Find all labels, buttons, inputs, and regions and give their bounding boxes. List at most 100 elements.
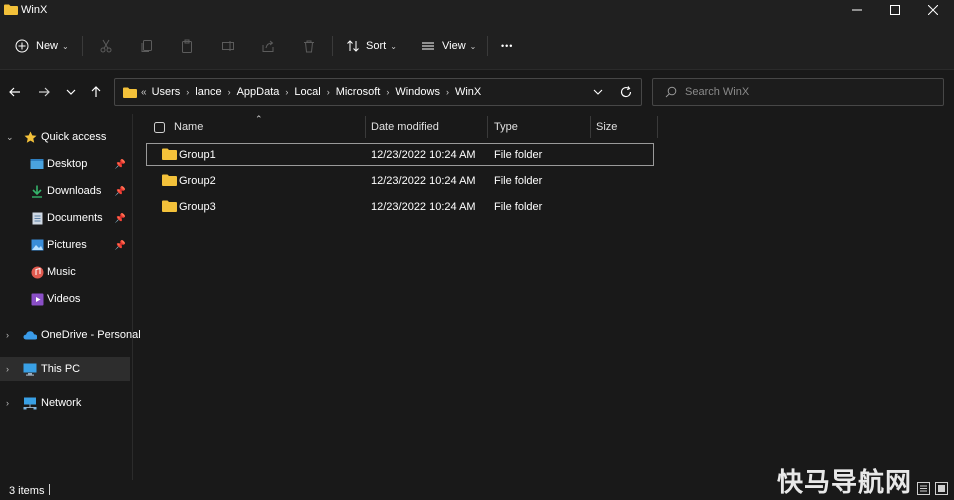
chevron-down-icon: ⌄ — [62, 41, 69, 51]
copy-icon — [139, 38, 155, 54]
maximize-button[interactable] — [874, 0, 916, 20]
more-icon: ••• — [501, 41, 514, 51]
sidebar-item-documents[interactable]: Documents 📌 — [0, 206, 130, 230]
search-box[interactable] — [652, 78, 944, 106]
chevron-right-icon: › — [386, 87, 390, 97]
breadcrumb-local[interactable]: Local — [294, 86, 320, 98]
breadcrumb-winx[interactable]: WinX — [455, 86, 481, 98]
sidebar-item-label: Downloads — [47, 185, 102, 197]
column-header-name[interactable]: Name — [174, 114, 203, 140]
breadcrumb-windows[interactable]: Windows — [395, 86, 440, 98]
view-label: View — [442, 40, 466, 52]
chevron-right-icon: › — [285, 87, 289, 97]
music-icon — [30, 265, 44, 279]
chevron-right-icon[interactable]: › — [6, 364, 9, 374]
column-divider[interactable] — [590, 116, 591, 138]
close-button[interactable] — [912, 0, 954, 20]
folder-icon — [162, 148, 177, 160]
tiles-view-button[interactable] — [935, 482, 948, 495]
star-icon — [23, 130, 37, 144]
paste-button[interactable] — [179, 34, 195, 58]
minimize-button[interactable] — [836, 0, 878, 20]
chevron-right-icon: › — [186, 87, 190, 97]
details-view-button[interactable] — [917, 482, 930, 495]
sidebar-item-desktop[interactable]: Desktop 📌 — [0, 152, 130, 176]
table-row[interactable]: Group1 12/23/2022 10:24 AM File folder — [146, 143, 654, 166]
more-options-button[interactable]: ••• — [501, 34, 513, 58]
column-divider[interactable] — [657, 116, 658, 138]
chevron-down-icon — [593, 89, 603, 95]
file-date: 12/23/2022 10:24 AM — [371, 148, 476, 161]
column-divider[interactable] — [365, 116, 366, 138]
recent-locations-button[interactable] — [61, 82, 81, 102]
sidebar-item-network[interactable]: › Network — [0, 391, 130, 415]
overflow-crumb[interactable]: « — [141, 87, 147, 98]
clipboard-icon — [179, 38, 195, 54]
forward-button[interactable] — [34, 82, 54, 102]
sidebar-item-label: This PC — [41, 363, 81, 375]
table-row[interactable]: Group3 12/23/2022 10:24 AM File folder — [146, 195, 654, 218]
new-button[interactable]: New ⌄ — [14, 34, 69, 58]
sidebar-item-pictures[interactable]: Pictures 📌 — [0, 233, 130, 257]
table-row[interactable]: Group2 12/23/2022 10:24 AM File folder — [146, 169, 654, 192]
sort-ascending-icon: ⌃ — [255, 114, 263, 124]
sidebar-item-label: Videos — [47, 293, 81, 305]
sidebar-item-quick-access[interactable]: ⌄ Quick access — [0, 125, 130, 149]
pin-icon: 📌 — [114, 185, 126, 196]
chevron-right-icon: › — [445, 87, 449, 97]
column-divider[interactable] — [487, 116, 488, 138]
breadcrumb: « Users › lance › AppData › Local › Micr… — [123, 79, 481, 105]
view-button[interactable]: View ⌄ — [420, 34, 476, 58]
sidebar-item-this-pc[interactable]: › This PC — [0, 357, 130, 381]
tiles-view-icon — [938, 485, 945, 492]
rename-button[interactable] — [220, 34, 236, 58]
network-icon — [23, 396, 37, 410]
column-header-date-modified[interactable]: Date modified — [371, 114, 439, 140]
copy-button[interactable] — [139, 34, 155, 58]
select-all-checkbox[interactable] — [154, 114, 165, 140]
breadcrumb-lance[interactable]: lance — [195, 86, 221, 98]
sort-label: Sort — [366, 40, 387, 52]
breadcrumb-users[interactable]: Users — [152, 86, 181, 98]
close-icon — [928, 5, 938, 15]
downloads-icon — [30, 184, 44, 198]
navigation-pane: ⌄ Quick access Desktop 📌 Downloads 📌 Doc… — [0, 114, 141, 480]
column-header-type[interactable]: Type — [494, 114, 518, 140]
plus-circle-icon — [14, 38, 30, 54]
sidebar-item-music[interactable]: Music — [0, 260, 130, 284]
search-input[interactable] — [685, 84, 925, 100]
breadcrumb-microsoft[interactable]: Microsoft — [336, 86, 381, 98]
details-view-icon — [920, 485, 927, 492]
folder-icon — [4, 4, 18, 15]
address-bar[interactable]: « Users › lance › AppData › Local › Micr… — [114, 78, 642, 106]
sidebar-item-onedrive[interactable]: › OneDrive - Personal — [0, 323, 141, 347]
share-button[interactable] — [260, 34, 276, 58]
column-header-size[interactable]: Size — [596, 114, 617, 140]
pin-icon: 📌 — [114, 158, 126, 169]
chevron-down-icon[interactable]: ⌄ — [6, 132, 14, 143]
sidebar-item-label: Documents — [47, 212, 103, 224]
back-button[interactable] — [5, 82, 25, 102]
chevron-right-icon: › — [326, 87, 330, 97]
up-button[interactable] — [86, 82, 106, 102]
address-history-button[interactable] — [591, 85, 605, 99]
command-bar: New ⌄ Sort ⌄ View ⌄ ••• — [0, 22, 954, 70]
sidebar-item-downloads[interactable]: Downloads 📌 — [0, 179, 130, 203]
column-header-label: Name — [174, 121, 204, 133]
folder-icon — [162, 200, 177, 212]
sidebar-item-label: Quick access — [41, 131, 107, 143]
chevron-right-icon[interactable]: › — [6, 330, 9, 340]
file-date: 12/23/2022 10:24 AM — [371, 174, 476, 187]
sidebar-item-videos[interactable]: Videos — [0, 287, 130, 311]
cut-button[interactable] — [98, 34, 114, 58]
chevron-right-icon[interactable]: › — [6, 398, 9, 408]
refresh-button[interactable] — [618, 84, 634, 100]
desktop-icon — [30, 157, 44, 171]
sort-button[interactable]: Sort ⌄ — [345, 34, 397, 58]
file-name: Group2 — [179, 174, 216, 187]
file-list: Name ⌃ Date modified Type Size Group1 12… — [134, 114, 954, 480]
column-header-label: Type — [494, 121, 518, 133]
breadcrumb-appdata[interactable]: AppData — [237, 86, 280, 98]
delete-button[interactable] — [301, 34, 317, 58]
minimize-icon — [852, 9, 862, 11]
